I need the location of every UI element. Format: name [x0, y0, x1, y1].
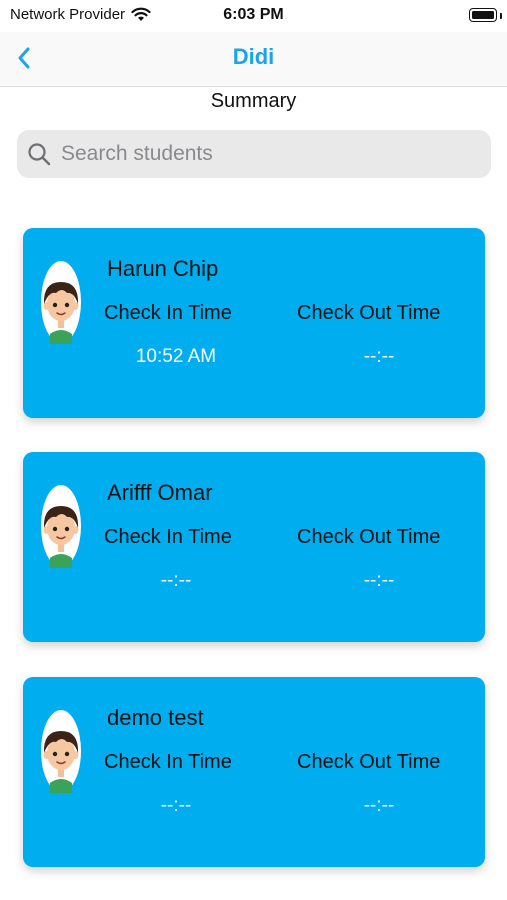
student-card[interactable]: demo test Check In Time Check Out Time -… [23, 677, 485, 867]
check-in-time: --:-- [160, 570, 192, 591]
student-name: Harun Chip [107, 256, 219, 281]
student-name: Arifff Omar [107, 480, 213, 505]
battery-icon [469, 8, 497, 22]
battery-tip [500, 13, 502, 19]
check-in-label: Check In Time [104, 302, 232, 324]
check-out-time: --:-- [363, 795, 395, 816]
status-bar: Network Provider 6:03 PM [0, 0, 507, 32]
check-in-label: Check In Time [104, 751, 232, 773]
nav-title: Didi [232, 44, 275, 69]
student-card[interactable]: Harun Chip Check In Time Check Out Time … [23, 228, 485, 418]
navigation-bar: Didi [0, 32, 507, 87]
check-out-label: Check Out Time [297, 302, 441, 324]
check-in-time: --:-- [160, 795, 192, 816]
student-avatar-icon [41, 485, 81, 568]
status-time: 6:03 PM [223, 6, 284, 23]
check-out-label: Check Out Time [297, 526, 441, 548]
check-out-time: --:-- [363, 570, 395, 591]
check-in-label: Check In Time [104, 526, 232, 548]
student-avatar-icon [41, 261, 81, 344]
search-input[interactable] [59, 141, 483, 167]
student-name: demo test [107, 705, 204, 730]
check-in-time: 10:52 AM [135, 346, 217, 367]
page-title: Summary [210, 90, 297, 112]
search-icon [28, 143, 51, 166]
student-card[interactable]: Arifff Omar Check In Time Check Out Time… [23, 452, 485, 642]
check-out-label: Check Out Time [297, 751, 441, 773]
search-bar[interactable] [17, 130, 491, 178]
check-out-time: --:-- [363, 346, 395, 367]
student-avatar-icon [41, 710, 81, 793]
